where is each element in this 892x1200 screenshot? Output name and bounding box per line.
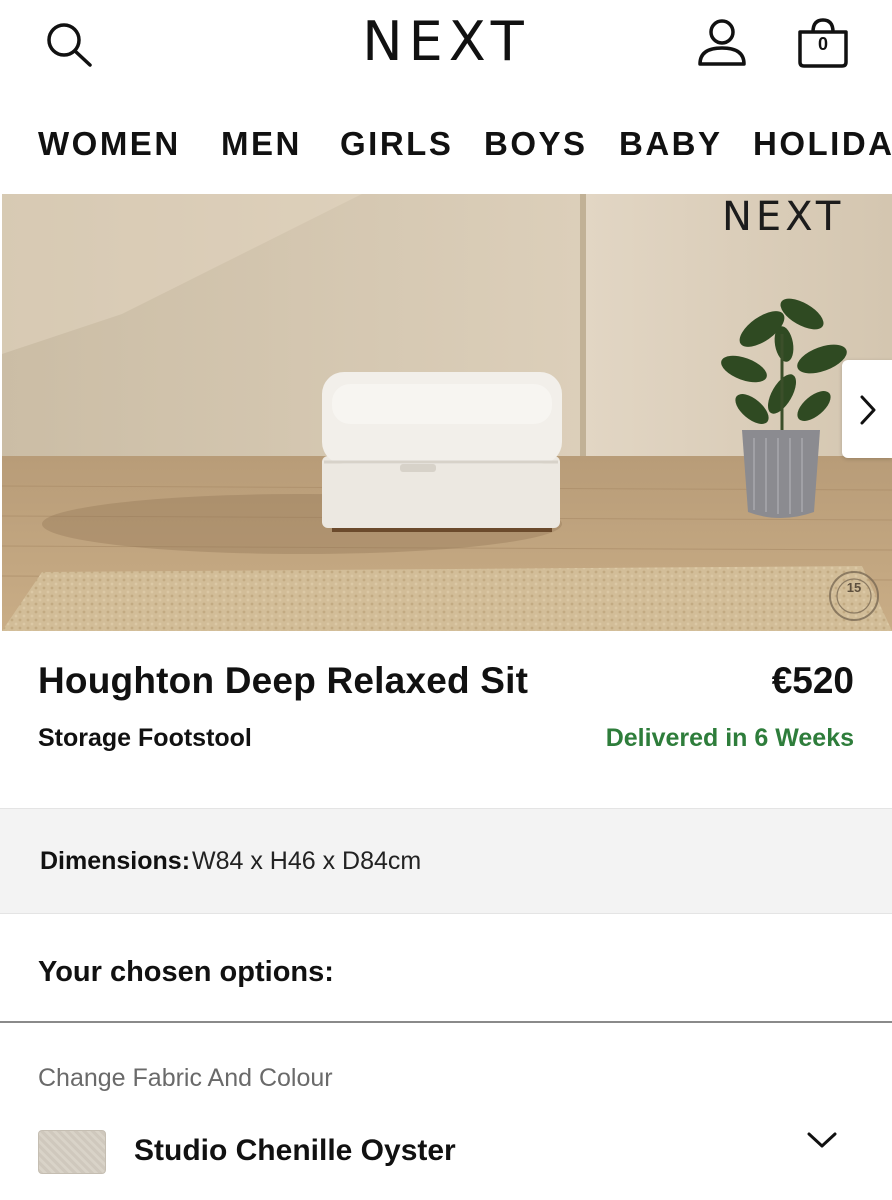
chosen-options-heading: Your chosen options:: [38, 956, 334, 988]
dimensions-panel: Dimensions: W84 x H46 x D84cm: [0, 808, 892, 914]
nav-item-holidays[interactable]: HOLIDA: [753, 118, 892, 170]
nav-item-girls[interactable]: GIRLS: [340, 118, 453, 170]
nav-item-boys[interactable]: BOYS: [484, 118, 588, 170]
nav-item-men[interactable]: MEN: [221, 118, 302, 170]
fabric-option-label: Change Fabric And Colour: [38, 1064, 333, 1092]
dimensions-label: Dimensions:: [40, 847, 191, 875]
carousel-next-button[interactable]: [842, 360, 892, 458]
product-photo-illustration: [2, 194, 892, 631]
product-subtitle: Storage Footstool: [38, 724, 252, 752]
dimensions-value: W84 x H46 x D84cm: [192, 847, 422, 875]
header: NEXT 0: [0, 0, 892, 92]
account-icon[interactable]: [694, 16, 750, 72]
fabric-swatch: [38, 1130, 106, 1174]
site-logo[interactable]: NEXT: [336, 8, 556, 76]
delivery-estimate: Delivered in 6 Weeks: [605, 724, 854, 752]
chevron-down-icon[interactable]: [806, 1130, 838, 1150]
image-watermark-logo: NEXT: [722, 194, 845, 240]
product-image[interactable]: 15: [2, 194, 892, 631]
product-title: Houghton Deep Relaxed Sit: [38, 660, 529, 701]
bag-count-badge: 0: [817, 34, 828, 54]
nav-item-women[interactable]: WOMEN: [38, 118, 181, 170]
product-price: €520: [771, 660, 854, 701]
category-nav: WOMEN MEN GIRLS BOYS BABY HOLIDA: [0, 118, 892, 174]
search-icon[interactable]: [40, 18, 96, 70]
fabric-selected-value: Studio Chenille Oyster: [134, 1134, 456, 1167]
chevron-right-icon: [860, 395, 876, 425]
nav-item-baby[interactable]: BABY: [619, 118, 723, 170]
guarantee-badge: 15: [846, 580, 862, 595]
fabric-colour-dropdown[interactable]: Studio Chenille Oyster: [0, 1122, 892, 1182]
